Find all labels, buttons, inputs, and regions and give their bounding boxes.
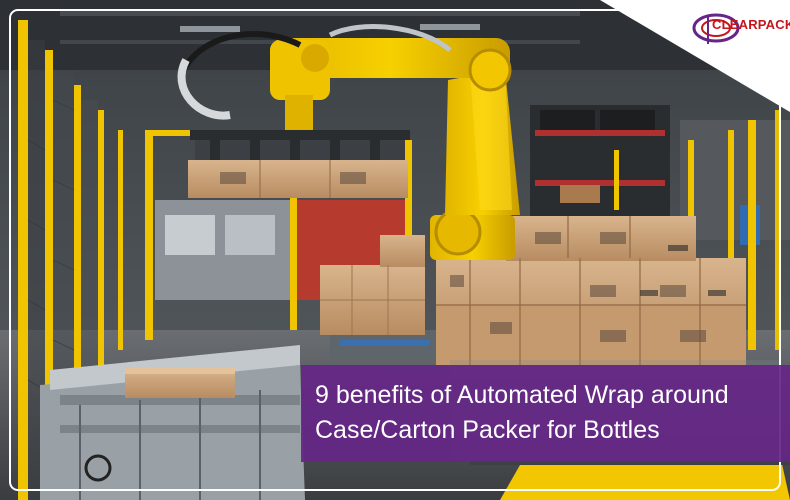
hero-image: CLEARPACK 9 benefits of Automated Wrap a… [0, 0, 790, 500]
headline-text: 9 benefits of Automated Wrap around Case… [315, 381, 729, 444]
brand-logo-text: CLEARPACK [712, 17, 790, 32]
